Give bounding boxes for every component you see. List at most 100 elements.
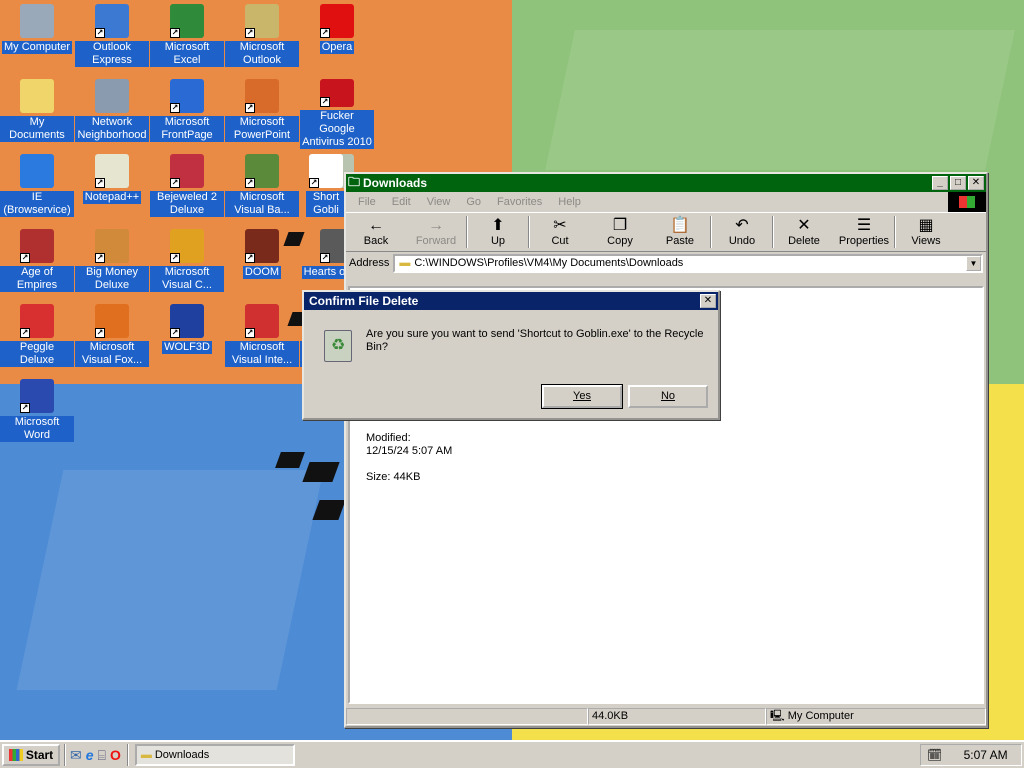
desktop-icon-label: Notepad++ [82, 191, 142, 204]
desktop-icon[interactable]: IE (Browservice) [0, 154, 74, 224]
desktop-icon[interactable]: My Computer [0, 4, 74, 74]
opera-icon: ↗ [320, 4, 354, 38]
toolbar-label: Delete [788, 235, 820, 247]
cut-icon: ✂ [553, 217, 567, 234]
file-details: Modified: 12/15/24 5:07 AM Size: 44KB [366, 432, 452, 484]
desktop-icon[interactable]: ↗ Microsoft Visual Inte... [225, 304, 299, 374]
toolbar-cut-button[interactable]: ✂ Cut [530, 213, 590, 251]
close-button[interactable]: ✕ [700, 294, 716, 308]
folder-icon: ▬ [399, 257, 411, 269]
toolbar-up-button[interactable]: ⬆ Up [468, 213, 528, 251]
menu-edit[interactable]: Edit [384, 196, 419, 208]
shortcut-arrow-icon: ↗ [309, 178, 319, 188]
desktop-icon[interactable]: ↗ Outlook Express [75, 4, 149, 74]
no-label: No [660, 390, 676, 402]
folder-icon [20, 79, 54, 113]
outlook-express-icon[interactable]: ✉ [70, 747, 82, 764]
visual-foxpro-icon: ↗ [95, 304, 129, 338]
desktop-icon[interactable]: ↗ Short Gobli [306, 154, 346, 224]
desktop-icon[interactable]: ↗ WOLF3D [150, 304, 224, 374]
desktop-icon[interactable]: ↗ Microsoft Visual C... [150, 229, 224, 299]
scheduler-icon[interactable]: 🗓 [927, 748, 942, 762]
toolbar-label: Paste [665, 235, 695, 247]
toolbar-properties-button[interactable]: ☰ Properties [834, 213, 894, 251]
confirm-delete-dialog[interactable]: Confirm File Delete ✕ ♻ Are you sure you… [302, 290, 720, 420]
toolbar-delete-button[interactable]: ✕ Delete [774, 213, 834, 251]
notepad-icon: ↗ [95, 154, 129, 188]
doom-icon: ↗ [245, 229, 279, 263]
desktop-icon-label: Microsoft Visual Fox... [75, 341, 149, 367]
visual-basic-icon: ↗ [245, 154, 279, 188]
age-of-empires-icon: ↗ [20, 229, 54, 263]
shortcut-arrow-icon: ↗ [95, 253, 105, 263]
desktop-icon-label: Microsoft Visual Inte... [225, 341, 299, 367]
desktop-icon[interactable]: ↗ Age of Empires [0, 229, 74, 299]
shortcut-arrow-icon: ↗ [95, 328, 105, 338]
up-icon: ⬆ [491, 217, 505, 234]
desktop-icon[interactable]: ↗ Notepad++ [75, 154, 149, 224]
desktop-icon[interactable]: ↗ Microsoft Outlook [225, 4, 299, 74]
desktop-icon-label: Microsoft Outlook [225, 41, 299, 67]
shortcut-arrow-icon: ↗ [170, 103, 180, 113]
yes-button[interactable]: Yes [541, 384, 623, 409]
quick-launch: ✉ e ⌸ O [70, 747, 121, 764]
desktop-icon[interactable]: ↗ Opera [300, 4, 374, 74]
toolbar-forward-button[interactable]: → Forward [406, 213, 466, 251]
toolbar-back-button[interactable]: ← Back [346, 213, 406, 251]
start-button[interactable]: Start [2, 744, 60, 766]
desktop-icon[interactable]: ↗ Microsoft Visual Fox... [75, 304, 149, 374]
explorer-titlebar[interactable]: 🗀 Downloads _ □ ✕ [346, 174, 986, 192]
ie-icon[interactable]: e [86, 747, 94, 764]
menu-favorites[interactable]: Favorites [489, 196, 550, 208]
toolbar-copy-button[interactable]: ❐ Copy [590, 213, 650, 251]
desktop-icon[interactable]: ↗ Microsoft PowerPoint [225, 79, 299, 149]
paste-icon: 📋 [670, 217, 690, 234]
menu-go[interactable]: Go [458, 196, 489, 208]
minimize-button[interactable]: _ [932, 176, 948, 190]
desktop-icon[interactable]: ↗ Microsoft FrontPage [150, 79, 224, 149]
desktop-icon-label: Big Money Deluxe [75, 266, 149, 292]
wallpaper-tile [16, 470, 324, 690]
toolbar-undo-button[interactable]: ↶ Undo [712, 213, 772, 251]
shortcut-arrow-icon: ↗ [320, 253, 330, 263]
desktop-icon[interactable]: ↗ Fucker Google Antivirus 2010 [300, 79, 374, 149]
chevron-down-icon[interactable]: ▼ [966, 255, 981, 271]
dialog-titlebar[interactable]: Confirm File Delete ✕ [304, 292, 718, 310]
menu-file[interactable]: File [350, 196, 384, 208]
desktop-icon[interactable]: ↗ Microsoft Word [0, 379, 74, 449]
desktop-icon[interactable]: ↗ Big Money Deluxe [75, 229, 149, 299]
desktop-icon[interactable]: My Documents [0, 79, 74, 149]
yes-label: Yes [573, 390, 591, 402]
toolbar-views-button[interactable]: ▦ Views [896, 213, 956, 251]
status-size: 44.0KB [588, 707, 766, 725]
menu-help[interactable]: Help [550, 196, 589, 208]
clock[interactable]: 5:07 AM [950, 748, 1021, 762]
desktop-icon[interactable]: ↗ Bejeweled 2 Deluxe [150, 154, 224, 224]
desktop-icon-label: Microsoft Word [0, 416, 74, 442]
desktop-icon[interactable]: ↗ Microsoft Visual Ba... [225, 154, 299, 224]
opera-icon[interactable]: O [110, 747, 121, 764]
toolbar-paste-button[interactable]: 📋 Paste [650, 213, 710, 251]
desktop-icon-label: Outlook Express [75, 41, 149, 67]
status-bar: 44.0KB 🖳 My Computer [346, 706, 986, 726]
visual-c-icon: ↗ [170, 229, 204, 263]
shortcut-arrow-icon: ↗ [320, 97, 330, 107]
desktop-icon[interactable]: ↗ Peggle Deluxe [0, 304, 74, 374]
bejeweled-icon: ↗ [170, 154, 204, 188]
close-button[interactable]: ✕ [968, 176, 984, 190]
shortcut-arrow-icon: ↗ [245, 103, 255, 113]
explorer-window[interactable]: 🗀 Downloads _ □ ✕ File Edit View Go Favo… [344, 172, 988, 728]
address-input[interactable]: ▬ C:\WINDOWS\Profiles\VM4\My Documents\D… [393, 253, 983, 273]
menu-view[interactable]: View [419, 196, 459, 208]
maximize-button[interactable]: □ [950, 176, 966, 190]
taskbar-task-downloads[interactable]: ▬ Downloads [134, 744, 295, 766]
no-button[interactable]: No [628, 385, 708, 408]
toolbar-label: Properties [838, 235, 890, 247]
desktop-icon[interactable]: ↗ DOOM [225, 229, 299, 299]
desktop-icon[interactable]: ↗ Microsoft Excel [150, 4, 224, 74]
network-icon[interactable]: ⌸ [98, 747, 106, 764]
window-title: Downloads [363, 176, 428, 190]
frontpage-icon: ↗ [170, 79, 204, 113]
desktop-icon[interactable]: Network Neighborhood [75, 79, 149, 149]
excel-icon: ↗ [170, 4, 204, 38]
